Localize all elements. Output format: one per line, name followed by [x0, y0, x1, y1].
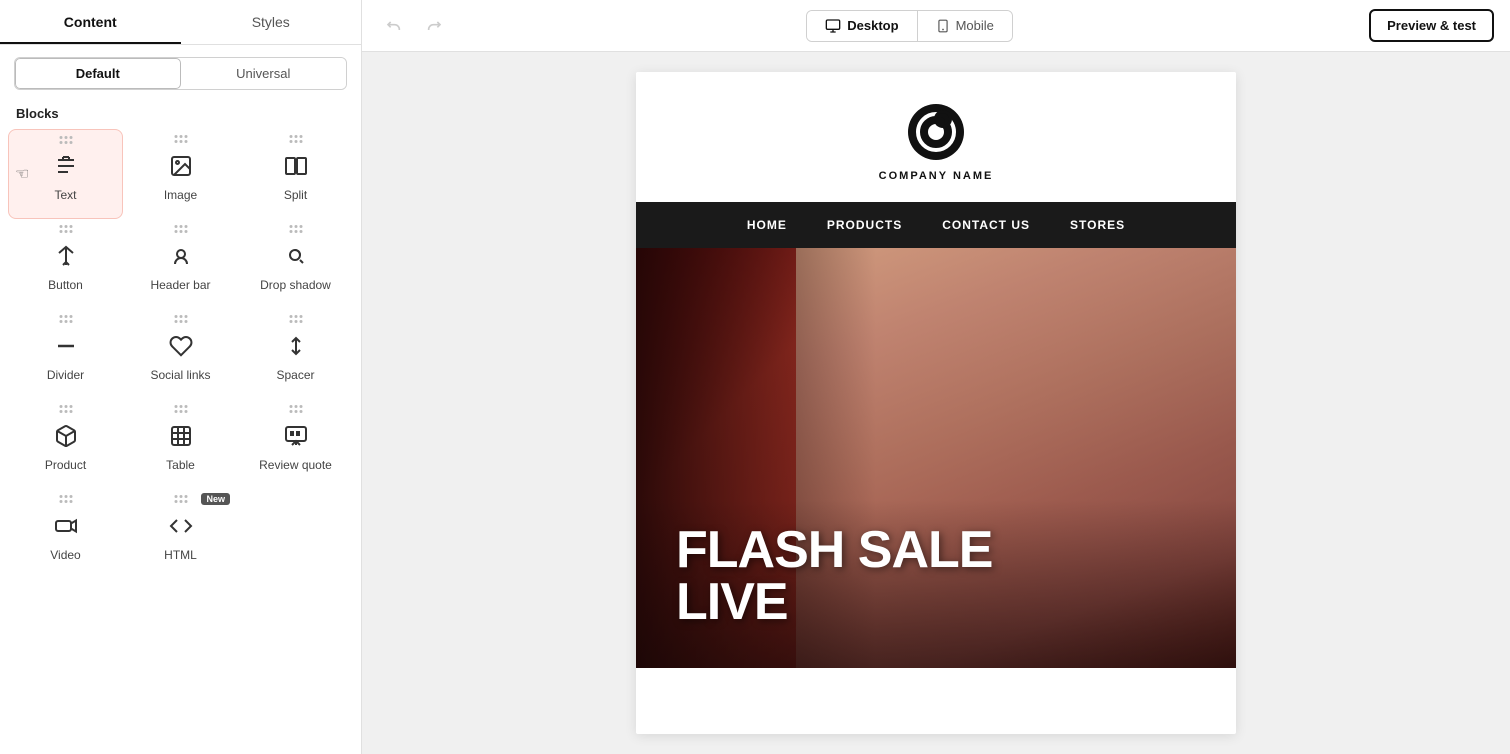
block-table-label: Table: [166, 458, 195, 472]
block-review-quote-label: Review quote: [259, 458, 332, 472]
hero-live: LIVE: [676, 576, 992, 628]
new-badge: New: [201, 493, 230, 505]
video-icon: [50, 510, 82, 542]
editor-tabs: Content Styles: [0, 0, 361, 45]
spacer-icon: [280, 330, 312, 362]
nav-products: PRODUCTS: [827, 218, 902, 232]
block-product-label: Product: [45, 458, 86, 472]
email-hero: FLASH SALE LIVE: [636, 248, 1236, 668]
drag-handle: [174, 225, 187, 233]
desktop-label: Desktop: [847, 18, 898, 33]
drag-handle: [59, 225, 72, 233]
blocks-grid: ☜ Text: [0, 129, 361, 579]
mobile-button[interactable]: Mobile: [918, 11, 1012, 41]
drag-handle: [59, 405, 72, 413]
drop-shadow-icon: [280, 240, 312, 272]
block-divider[interactable]: Divider: [8, 309, 123, 399]
tab-styles[interactable]: Styles: [181, 0, 362, 44]
block-split[interactable]: Split: [238, 129, 353, 219]
mobile-label: Mobile: [956, 18, 994, 33]
email-canvas: COMPANY NAME HOME PRODUCTS CONTACT US ST…: [636, 72, 1236, 734]
nav-contact: CONTACT US: [942, 218, 1030, 232]
header-bar-icon: [165, 240, 197, 272]
nav-stores: STORES: [1070, 218, 1125, 232]
hero-text: FLASH SALE LIVE: [676, 524, 992, 628]
block-spacer[interactable]: Spacer: [238, 309, 353, 399]
block-text-label: Text: [54, 188, 76, 202]
block-review-quote[interactable]: Review quote: [238, 399, 353, 489]
drag-handle: [59, 315, 72, 323]
redo-button[interactable]: [418, 10, 450, 42]
block-social-links-label: Social links: [150, 368, 210, 382]
image-icon: [165, 150, 197, 182]
block-product[interactable]: Product: [8, 399, 123, 489]
block-drop-shadow[interactable]: Drop shadow: [238, 219, 353, 309]
block-spacer-label: Spacer: [276, 368, 314, 382]
left-panel: Content Styles Default Universal Blocks …: [0, 0, 362, 754]
drag-handle: [174, 135, 187, 143]
block-image-label: Image: [164, 188, 197, 202]
review-quote-icon: [280, 420, 312, 452]
block-html[interactable]: New HTML: [123, 489, 238, 579]
email-header: COMPANY NAME: [636, 72, 1236, 202]
tab-content[interactable]: Content: [0, 0, 181, 44]
block-table[interactable]: Table: [123, 399, 238, 489]
block-video[interactable]: Video: [8, 489, 123, 579]
table-icon: [165, 420, 197, 452]
block-header-bar[interactable]: Header bar: [123, 219, 238, 309]
preview-button[interactable]: Preview & test: [1369, 9, 1494, 42]
button-icon: [50, 240, 82, 272]
block-header-bar-label: Header bar: [150, 278, 210, 292]
top-bar: Desktop Mobile Preview & test: [362, 0, 1510, 52]
drag-handle: [174, 405, 187, 413]
block-video-label: Video: [50, 548, 80, 562]
drag-handle: [59, 136, 72, 144]
company-name: COMPANY NAME: [879, 170, 994, 182]
undo-button[interactable]: [378, 10, 410, 42]
block-divider-label: Divider: [47, 368, 84, 382]
drag-handle: [289, 405, 302, 413]
scope-universal[interactable]: Universal: [181, 58, 347, 89]
top-bar-left: [378, 10, 450, 42]
block-text[interactable]: ☜ Text: [8, 129, 123, 219]
desktop-button[interactable]: Desktop: [807, 11, 916, 41]
drag-handle: [174, 495, 187, 503]
split-icon: [280, 150, 312, 182]
text-icon: [50, 150, 82, 182]
block-button-label: Button: [48, 278, 83, 292]
device-toggle: Desktop Mobile: [806, 10, 1013, 42]
scope-default[interactable]: Default: [15, 58, 181, 89]
canvas-area: COMPANY NAME HOME PRODUCTS CONTACT US ST…: [362, 52, 1510, 754]
hero-flash-sale: FLASH SALE: [676, 524, 992, 576]
product-icon: [50, 420, 82, 452]
social-links-icon: [165, 330, 197, 362]
drag-handle: [289, 315, 302, 323]
block-split-label: Split: [284, 188, 307, 202]
html-icon: [165, 510, 197, 542]
drag-handle: [289, 135, 302, 143]
cursor-hand-icon: ☜: [15, 164, 29, 184]
email-nav-bar: HOME PRODUCTS CONTACT US STORES: [636, 202, 1236, 248]
divider-icon: [50, 330, 82, 362]
block-html-label: HTML: [164, 548, 197, 562]
block-button[interactable]: Button: [8, 219, 123, 309]
company-logo: [906, 102, 966, 162]
block-drop-shadow-label: Drop shadow: [260, 278, 331, 292]
drag-handle: [289, 225, 302, 233]
block-image[interactable]: Image: [123, 129, 238, 219]
main-area: Desktop Mobile Preview & test: [362, 0, 1510, 754]
drag-handle: [174, 315, 187, 323]
blocks-section-title: Blocks: [0, 102, 361, 129]
nav-home: HOME: [747, 218, 787, 232]
drag-handle: [59, 495, 72, 503]
block-social-links[interactable]: Social links: [123, 309, 238, 399]
scope-toggle: Default Universal: [14, 57, 347, 90]
